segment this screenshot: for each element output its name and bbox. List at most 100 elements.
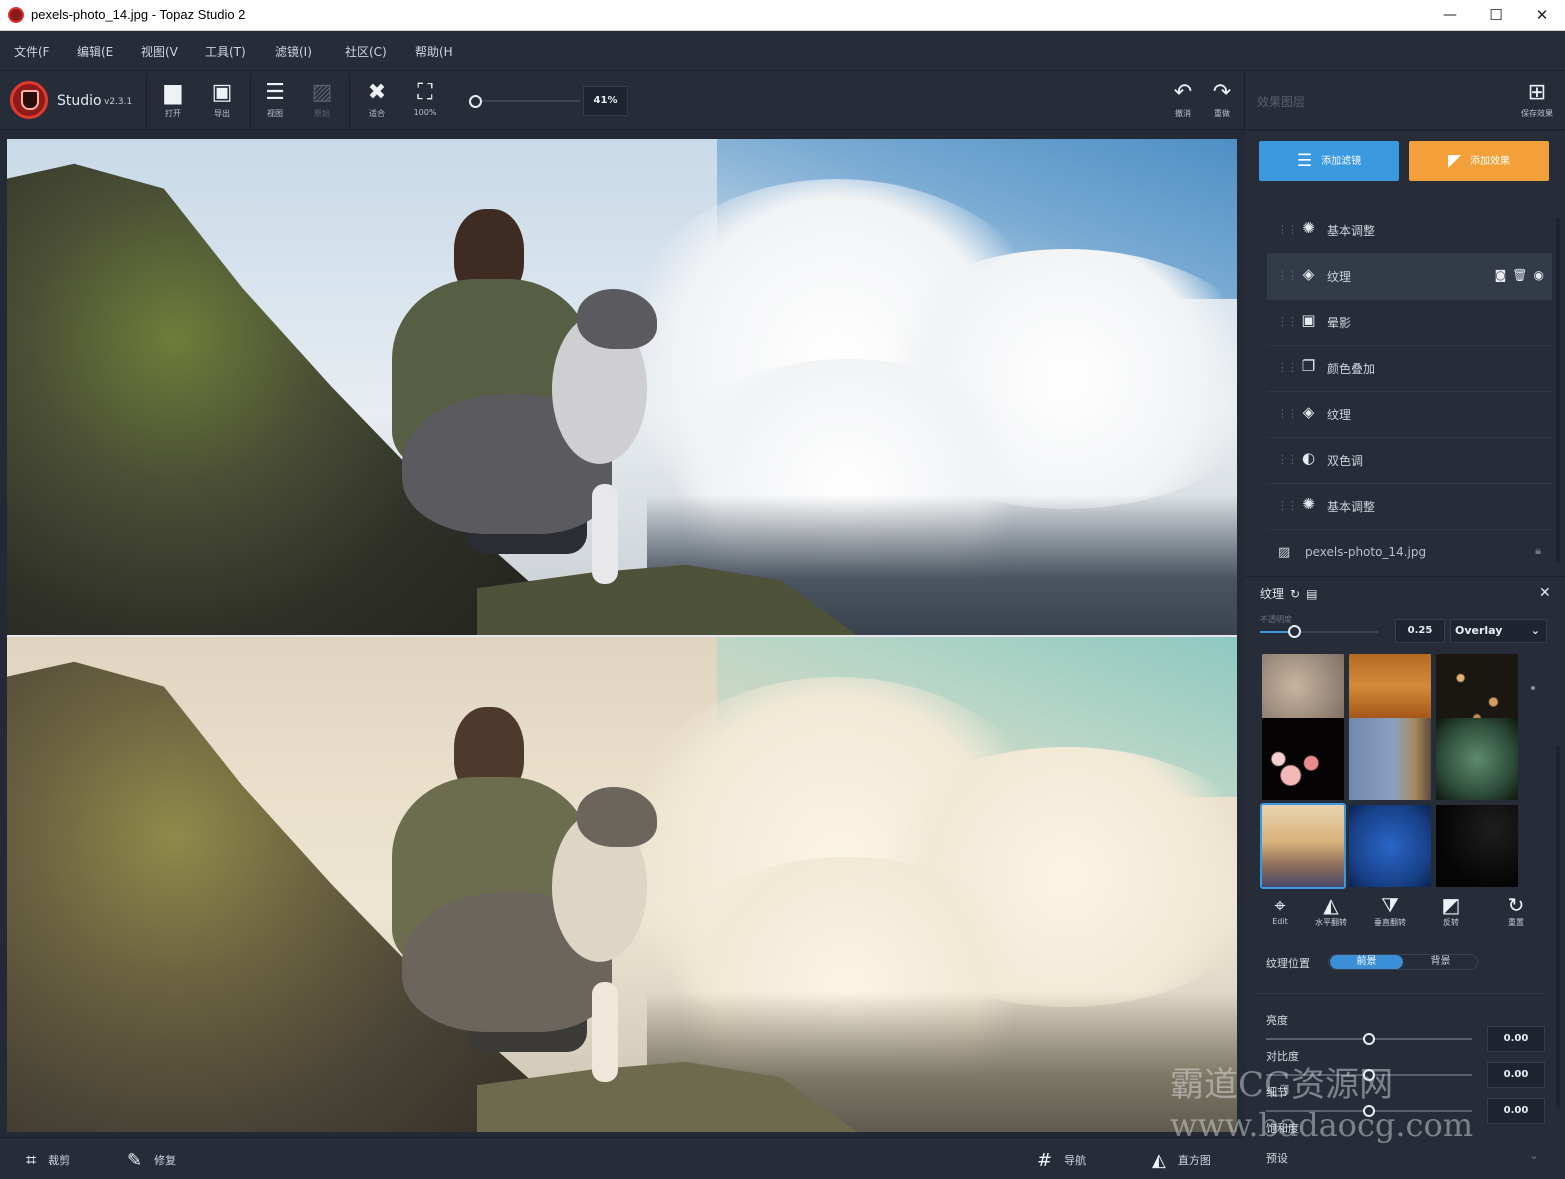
position-background-option[interactable]: 背景	[1404, 955, 1477, 969]
zoom-value-field[interactable]: 41%	[583, 86, 628, 116]
menu-help[interactable]: 帮助(H	[415, 43, 453, 60]
save-effect-button[interactable]: ⊞ 保存效果	[1515, 79, 1559, 125]
add-filter-label: 添加滤镜	[1321, 156, 1362, 167]
layer-row[interactable]: ⋮⋮ ◈ 纹理 ◙ 🗑︎ ◉	[1267, 254, 1552, 300]
eye-icon[interactable]: ◉	[1534, 268, 1544, 282]
watermark: 霸道CG资源网 www.badaocg.com	[1170, 1065, 1560, 1145]
add-filter-button[interactable]: ☰ 添加滤镜	[1259, 141, 1399, 181]
invert-button[interactable]: ◩ 反转	[1425, 893, 1477, 928]
texture-thumbnail[interactable]	[1262, 718, 1344, 800]
minimize-window-button[interactable]: —	[1427, 0, 1473, 31]
layer-row[interactable]: ⋮⋮ ✺ 基本调整	[1267, 208, 1552, 254]
layer-list-scrollbar[interactable]	[1556, 218, 1560, 563]
view-button[interactable]: ☰ 视图	[255, 79, 295, 125]
fit-label: 适合	[369, 109, 385, 118]
dog-leg	[592, 484, 618, 584]
open-button[interactable]: ▆ 打开	[153, 79, 193, 125]
export-label: 导出	[214, 109, 230, 118]
redo-button[interactable]: ↷ 重做	[1202, 79, 1242, 125]
menu-edit[interactable]: 编辑(E	[77, 43, 113, 60]
reset-texture-button[interactable]: ↻ 重置	[1490, 893, 1542, 928]
texture-thumbnail[interactable]	[1436, 718, 1518, 800]
menu-view[interactable]: 视图(V	[141, 43, 178, 60]
invert-icon: ◩	[1441, 893, 1461, 917]
toolbar-divider	[1244, 71, 1245, 131]
presets-label[interactable]: 预设	[1266, 1150, 1288, 1166]
chevron-down-icon[interactable]: ⌄	[1529, 1148, 1539, 1162]
opacity-slider-thumb[interactable]	[1288, 625, 1301, 638]
actual-size-button[interactable]: ⛶ 100%	[405, 79, 445, 125]
texture-thumbnail[interactable]	[1349, 718, 1431, 800]
flip-vertical-button[interactable]: ⧩ 垂直翻转	[1364, 893, 1416, 928]
blend-mode-value: Overlay	[1455, 624, 1503, 637]
repair-label: 修复	[154, 1154, 177, 1167]
crop-tool-button[interactable]: ⌗ 裁剪	[26, 1150, 70, 1171]
drag-handle-icon[interactable]: ⋮⋮	[1277, 361, 1298, 374]
histogram-button[interactable]: ◭ 直方图	[1152, 1150, 1211, 1171]
position-foreground-option[interactable]: 前景	[1330, 955, 1403, 969]
fit-screen-icon: ✖	[367, 80, 387, 105]
drag-handle-icon[interactable]: ⋮⋮	[1277, 223, 1298, 236]
husky-dog	[402, 782, 662, 1082]
close-window-button[interactable]: ✕	[1519, 0, 1565, 31]
undo-label: 撤消	[1175, 109, 1191, 118]
brightness-value-field[interactable]: 0.00	[1487, 1026, 1545, 1052]
navigator-button[interactable]: # 导航	[1037, 1150, 1086, 1171]
layer-row[interactable]: ⋮⋮ ❐ 颜色叠加	[1267, 346, 1552, 392]
flip-vertical-label: 垂直翻转	[1374, 918, 1406, 927]
layer-row[interactable]: ⋮⋮ ◈ 纹理	[1267, 392, 1552, 438]
save-icon[interactable]: ▤	[1306, 587, 1317, 601]
texture-thumbnail[interactable]	[1436, 805, 1518, 887]
edited-preview-image[interactable]	[7, 139, 1237, 635]
menu-community[interactable]: 社区(C)	[345, 43, 387, 60]
original-preview-image[interactable]	[7, 637, 1237, 1132]
maximize-window-button[interactable]: ☐	[1473, 0, 1519, 31]
bandage-icon: ✎	[127, 1150, 143, 1171]
add-effect-button[interactable]: ◤ 添加效果	[1409, 141, 1549, 181]
original-compare-button[interactable]: ▨ 原始	[302, 79, 342, 125]
brightness-slider-thumb[interactable]	[1363, 1033, 1375, 1045]
main-toolbar: Studio v2.3.1 ▆ 打开 ▣ 导出 ☰ 视图 ▨ 原始 ✖ 适合 ⛶…	[0, 71, 1565, 130]
trash-icon[interactable]: 🗑︎	[1512, 268, 1527, 282]
opacity-value-field[interactable]: 0.25	[1395, 619, 1445, 643]
menu-filters[interactable]: 滤镜(I)	[275, 43, 312, 60]
reset-icon[interactable]: ↻	[1290, 587, 1300, 601]
layer-row[interactable]: ⋮⋮ ▣ 晕影	[1267, 300, 1552, 346]
texture-thumbnail-selected[interactable]	[1260, 803, 1346, 889]
drag-handle-icon[interactable]: ⋮⋮	[1277, 499, 1298, 512]
drag-handle-icon[interactable]: ⋮⋮	[1277, 315, 1298, 328]
sliders-icon: ☰	[1296, 151, 1313, 171]
layer-name: 纹理	[1327, 408, 1352, 422]
histogram-icon: ◭	[1152, 1150, 1166, 1171]
zoom-slider-track[interactable]	[470, 100, 580, 102]
export-button[interactable]: ▣ 导出	[202, 79, 242, 125]
close-icon[interactable]: ✕	[1539, 585, 1551, 601]
mask-icon[interactable]: ◙	[1495, 268, 1507, 282]
watermark-name: 霸道CG资源网	[1170, 1065, 1394, 1105]
image-icon: ▨	[1278, 545, 1291, 560]
layer-name: 双色调	[1327, 454, 1364, 468]
drag-handle-icon[interactable]: ⋮⋮	[1277, 269, 1298, 282]
effect-layer-list: ⋮⋮ ✺ 基本调整 ⋮⋮ ◈ 纹理 ◙ 🗑︎ ◉ ⋮⋮ ▣ 晕影 ⋮⋮ ❐ 颜色叠加 ⋮⋮ ◈ 纹理 ⋮⋮ ◐ 双色调 ⋮…	[1245, 190, 1555, 575]
menu-file[interactable]: 文件(F	[14, 43, 50, 60]
texture-position-label: 纹理位置	[1266, 957, 1310, 970]
fit-button[interactable]: ✖ 适合	[357, 79, 397, 125]
blend-mode-select[interactable]: Overlay ⌄	[1450, 619, 1547, 643]
crop-label: 裁剪	[48, 1154, 71, 1167]
layer-name: 纹理	[1327, 270, 1352, 284]
layer-row[interactable]: ⋮⋮ ◐ 双色调	[1267, 438, 1552, 484]
repair-tool-button[interactable]: ✎ 修复	[127, 1150, 176, 1171]
texture-thumbnail[interactable]	[1349, 805, 1431, 887]
layer-row[interactable]: ⋮⋮ ✺ 基本调整	[1267, 484, 1552, 530]
drag-handle-icon[interactable]: ⋮⋮	[1277, 453, 1298, 466]
texture-edit-button[interactable]: ⌖ Edit	[1254, 893, 1306, 926]
drag-handle-icon[interactable]: ⋮⋮	[1277, 407, 1298, 420]
base-image-layer[interactable]: ▨ pexels-photo_14.jpg 🔒︎	[1245, 531, 1555, 575]
watermark-url: www.badaocg.com	[1170, 1106, 1474, 1144]
app-name: Studio	[57, 93, 102, 109]
settings-scrollbar[interactable]	[1556, 746, 1560, 1108]
invert-label: 反转	[1443, 918, 1459, 927]
menu-tools[interactable]: 工具(T)	[205, 43, 246, 60]
undo-button[interactable]: ↶ 撤消	[1163, 79, 1203, 125]
flip-horizontal-button[interactable]: ◭ 水平翻转	[1305, 893, 1357, 928]
